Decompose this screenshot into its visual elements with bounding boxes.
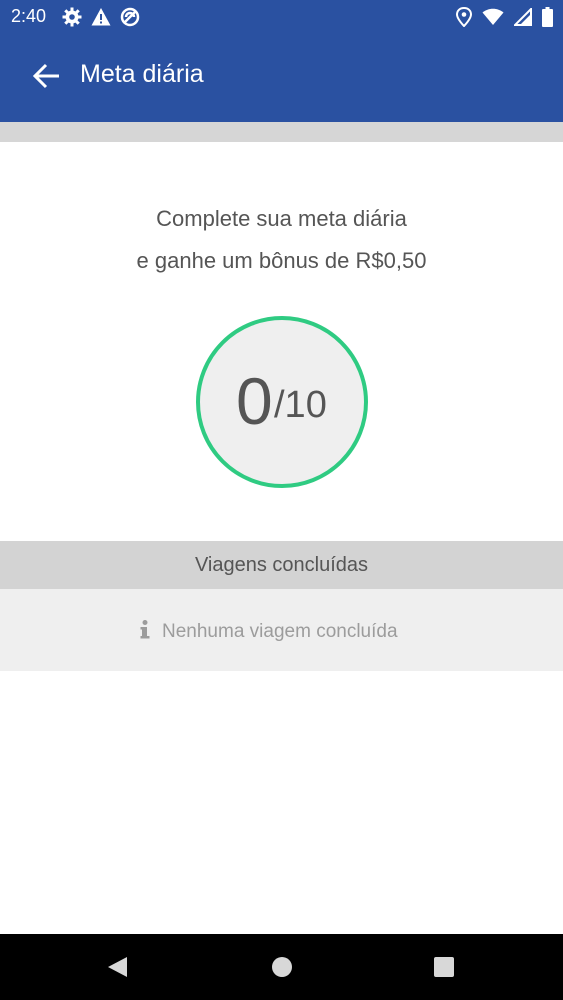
- back-triangle-icon[interactable]: [107, 956, 129, 983]
- page-title: Meta diária: [80, 60, 204, 88]
- recents-square-icon[interactable]: [433, 956, 455, 983]
- arrow-left-icon[interactable]: [31, 60, 63, 92]
- status-time: 2:40: [11, 6, 47, 26]
- gear-icon: [62, 7, 82, 27]
- goal-description-line2: e ganhe um bônus de R$0,50: [136, 248, 427, 273]
- status-bar: 2:40: [0, 0, 563, 34]
- goal-description: Complete sua meta diária e ganhe um bônu…: [0, 198, 563, 282]
- battery-icon: [542, 7, 553, 27]
- goal-progress-ring: 0 /10: [196, 316, 368, 488]
- system-nav-bar: [0, 934, 563, 1000]
- goal-description-line1: Complete sua meta diária: [156, 206, 407, 231]
- info-icon: [140, 620, 150, 646]
- wifi-icon: [482, 8, 504, 26]
- goal-total-count: /10: [274, 384, 327, 426]
- empty-message: Nenhuma viagem concluída: [162, 621, 398, 642]
- sync-icon: [120, 7, 140, 27]
- trips-section-header: Viagens concluídas: [0, 541, 563, 589]
- divider-shade: [0, 122, 563, 142]
- home-circle-icon[interactable]: [271, 956, 293, 983]
- app-bar: Meta diária: [0, 34, 563, 122]
- signal-icon: [514, 8, 532, 26]
- warning-icon: [91, 7, 111, 27]
- trips-empty-state: Nenhuma viagem concluída: [0, 589, 563, 671]
- goal-completed-count: 0: [236, 364, 273, 438]
- location-icon: [456, 7, 472, 27]
